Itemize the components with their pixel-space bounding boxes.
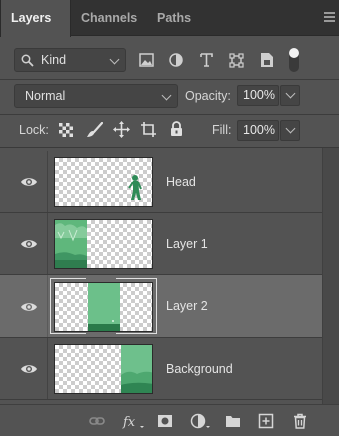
lock-image-pixels-brush-icon[interactable] [86,122,103,138]
chevron-down-icon [285,123,296,134]
lock-position-move-icon[interactable] [113,121,130,138]
lock-transparent-pixels-icon[interactable] [59,123,73,137]
blend-mode-dropdown[interactable]: Normal [14,84,178,108]
smart-object-filter-icon[interactable] [260,52,274,68]
shape-filter-icon[interactable] [229,53,244,68]
tab-paths[interactable]: Paths [147,0,201,36]
fill-label: Fill: [212,123,232,137]
adjustment-filter-icon[interactable] [169,53,183,67]
layer-row-selected[interactable]: Layer 2 [0,275,322,338]
layer-name[interactable]: Layer 1 [166,213,208,275]
eye-visibility-icon[interactable] [20,173,38,191]
add-mask-icon[interactable] [157,413,173,429]
layer-thumbnail [54,157,153,207]
landscape-graphic [121,345,152,393]
new-group-folder-icon[interactable] [225,413,241,429]
opacity-input[interactable]: 100% [237,85,279,106]
panel-tab-bar: Layers Channels Paths [0,0,339,37]
fill-slider-button[interactable] [280,120,300,141]
filter-kind-dropdown[interactable]: Kind [14,48,126,72]
filter-toggle-switch[interactable] [289,48,299,72]
layer-name[interactable]: Head [166,151,196,213]
delete-layer-trash-icon[interactable] [292,413,308,429]
eye-visibility-icon[interactable] [20,298,38,316]
layer-thumbnail [54,282,153,332]
person-figure-graphic [128,175,142,200]
panel-menu-icon[interactable] [324,12,335,22]
new-layer-icon[interactable] [258,413,274,429]
chevron-down-icon [161,90,172,101]
opacity-label: Opacity: [185,89,231,103]
adjustment-layer-icon[interactable] [190,413,210,429]
tab-layers[interactable]: Layers [0,0,71,37]
fill-input[interactable]: 100% [237,120,279,141]
layer-thumbnail [54,344,153,394]
layer-row[interactable]: Background [0,338,322,400]
chevron-down-icon [285,88,296,99]
green-strip-graphic [88,283,120,331]
forest-scene-graphic [55,220,87,268]
type-filter-icon[interactable] [200,53,213,67]
fx-icon[interactable]: fx [122,413,144,429]
filter-kind-label: Kind [41,53,67,67]
svg-text:fx: fx [122,415,136,429]
blend-mode-value: Normal [25,89,66,103]
layer-name[interactable]: Background [166,338,233,400]
layer-name[interactable]: Layer 2 [166,275,208,338]
lock-all-icon[interactable] [170,121,183,137]
chevron-down-icon [109,54,120,65]
search-icon [21,54,34,67]
link-layers-icon[interactable] [89,413,105,429]
image-filter-icon[interactable] [139,53,154,67]
layers-scrollbar[interactable] [322,148,339,404]
eye-visibility-icon[interactable] [20,360,38,378]
lock-artboard-icon[interactable] [140,121,157,138]
tab-channels[interactable]: Channels [71,0,147,36]
lock-label: Lock: [19,123,49,137]
opacity-slider-button[interactable] [280,85,300,106]
eye-visibility-icon[interactable] [20,235,38,253]
panel-bottom-toolbar: fx [0,404,339,436]
layer-row[interactable]: Layer 1 [0,213,322,275]
layer-row[interactable]: Head [0,151,322,213]
layer-thumbnail [54,219,153,269]
